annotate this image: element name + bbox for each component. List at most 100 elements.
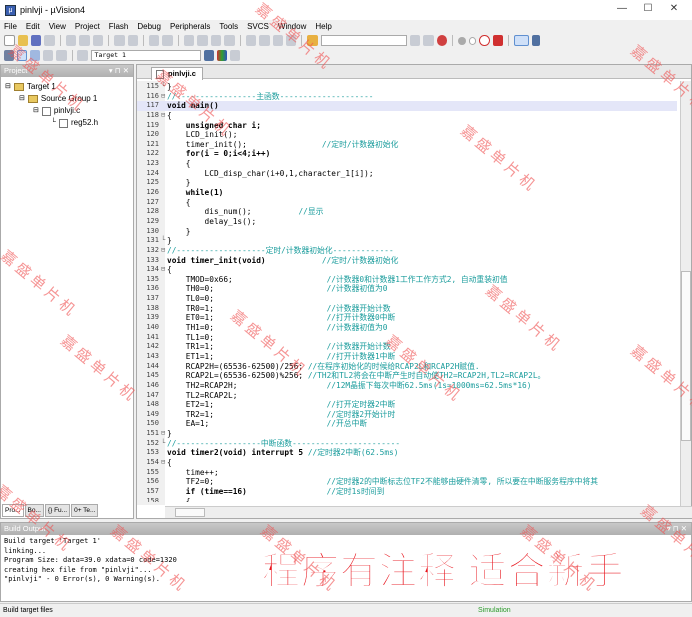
incremental-find-icon[interactable]: [423, 35, 434, 46]
unindent-icon[interactable]: [259, 35, 270, 46]
code-editor[interactable]: pinlvji.c 115 └} 116 ⊟//-----------------主函…: [136, 64, 692, 519]
code-line[interactable]: 134 ⊟{: [137, 265, 677, 275]
tab-templates[interactable]: 0+ Te...: [71, 504, 99, 517]
code-line[interactable]: 151 ⊟}: [137, 429, 677, 439]
close-button[interactable]: ✕: [662, 3, 686, 17]
code-line[interactable]: 118 ⊟{: [137, 111, 677, 121]
horizontal-scrollbar[interactable]: [165, 506, 692, 518]
code-line[interactable]: 154 ⊟{: [137, 458, 677, 468]
nav-forward-icon[interactable]: [162, 35, 173, 46]
code-line[interactable]: 158 {: [137, 497, 677, 502]
bookmark-prev-icon[interactable]: [197, 35, 208, 46]
scroll-thumb[interactable]: [175, 508, 205, 517]
manage-components-icon[interactable]: [216, 50, 227, 61]
comment-icon[interactable]: [272, 35, 284, 46]
save-icon[interactable]: [31, 35, 42, 46]
code-line[interactable]: 133 void timer_init(void) //定时/计数器初始化: [137, 256, 677, 266]
select-packs-icon[interactable]: [229, 50, 241, 61]
code-line[interactable]: 157 if (time==16) //定时1s时间到: [137, 487, 677, 497]
tab-functions[interactable]: {} Fu...: [44, 504, 71, 517]
redo-icon[interactable]: [127, 35, 139, 46]
tab-project[interactable]: Pro...: [2, 504, 24, 517]
code-line[interactable]: 120 LCD_init();: [137, 130, 677, 140]
bookmark-next-icon[interactable]: [210, 35, 222, 46]
batch-build-icon[interactable]: [43, 50, 54, 61]
code-line[interactable]: 116 ⊟//-----------------主函数--------------…: [137, 92, 677, 102]
menu-window[interactable]: Window: [278, 22, 306, 31]
code-line[interactable]: 119 unsigned char i;: [137, 121, 677, 131]
tree-file-reg52[interactable]: └ reg52.h: [51, 117, 133, 129]
minimize-button[interactable]: —: [610, 3, 634, 17]
code-line[interactable]: 130 }: [137, 227, 677, 237]
code-line[interactable]: 142 TR1=1; //计数器开始计数: [137, 342, 677, 352]
code-line[interactable]: 155 time++;: [137, 468, 677, 478]
nav-back-icon[interactable]: [149, 35, 160, 46]
breakpoint-icon[interactable]: [457, 36, 466, 45]
kill-breakpoints-icon[interactable]: [492, 35, 504, 46]
find-combo[interactable]: [320, 35, 407, 46]
cut-icon[interactable]: [65, 35, 77, 46]
vertical-scrollbar[interactable]: [680, 81, 691, 506]
tab-books[interactable]: Bo...: [24, 504, 44, 517]
save-all-icon[interactable]: [44, 35, 55, 46]
code-line[interactable]: 124 LCD_disp_char(i+0,1,character_1[i]);: [137, 169, 677, 179]
code-line[interactable]: 122 for(i = 0;i<4;i++): [137, 149, 677, 159]
code-line[interactable]: 131 └}: [137, 236, 677, 246]
code-line[interactable]: 128 dis_num(); //显示: [137, 207, 677, 217]
code-line[interactable]: 143 ET1=1; //打开计数器1中断: [137, 352, 677, 362]
bookmark-icon[interactable]: [183, 35, 195, 46]
maximize-button[interactable]: ☐: [636, 3, 660, 17]
tree-source-group[interactable]: ⊟ Source Group 1: [19, 93, 133, 105]
code-line[interactable]: 115 └}: [137, 82, 677, 92]
target-options-icon[interactable]: [203, 50, 214, 61]
code-line[interactable]: 147 TL2=RCAP2L;: [137, 391, 677, 401]
code-line[interactable]: 132 ⊟//-------------------定时/计数器初始化------…: [137, 246, 677, 256]
code-line[interactable]: 121 timer_init(); //定时/计数器初始化: [137, 140, 677, 150]
stop-build-icon[interactable]: [56, 50, 67, 61]
download-icon[interactable]: [77, 50, 88, 61]
disable-breakpoint-icon[interactable]: [468, 36, 477, 45]
menu-project[interactable]: Project: [75, 22, 100, 31]
build-icon[interactable]: [17, 50, 28, 61]
code-line[interactable]: 144 RCAP2H=(65536-62500)/256; //在程序初始化的时…: [137, 362, 677, 372]
code-line[interactable]: 150 EA=1; //开总中断: [137, 419, 677, 429]
menu-view[interactable]: View: [49, 22, 66, 31]
tree-file-pinlvji[interactable]: ⊟ pinlvji.c: [33, 105, 133, 117]
translate-icon[interactable]: [4, 50, 15, 61]
disable-all-breakpoints-icon[interactable]: [479, 35, 490, 46]
open-icon[interactable]: [17, 35, 28, 46]
code-line[interactable]: 148 ET2=1; //打开定时器2中断: [137, 400, 677, 410]
window-layout-icon[interactable]: [514, 35, 530, 46]
code-line[interactable]: 125 }: [137, 178, 677, 188]
menu-peripherals[interactable]: Peripherals: [170, 22, 210, 31]
code-line[interactable]: 156 TF2=0; //定时器2的中断标志位TF2不能够由硬件清零, 所以要在…: [137, 477, 677, 487]
scroll-thumb[interactable]: [681, 271, 691, 441]
panel-close-icon[interactable]: ▾ ⊓ ✕: [109, 65, 129, 77]
indent-icon[interactable]: [245, 35, 257, 46]
code-line[interactable]: 146 TH2=RCAP2H; //12M晶振下每次中断62.5ms(1s=10…: [137, 381, 677, 391]
code-line[interactable]: 139 ET0=1; //打开计数器0中断: [137, 313, 677, 323]
menu-flash[interactable]: Flash: [109, 22, 129, 31]
code-line[interactable]: 152 └//------------------中断函数------------…: [137, 439, 677, 449]
code-line[interactable]: 140 TH1=0; //计数器初值为0: [137, 323, 677, 333]
editor-tab-pinlvji[interactable]: pinlvji.c: [151, 67, 203, 80]
menu-svcs[interactable]: SVCS: [247, 22, 269, 31]
bookmark-clear-icon[interactable]: [224, 35, 235, 46]
code-line[interactable]: 117 void main(): [137, 101, 677, 111]
menu-edit[interactable]: Edit: [26, 22, 40, 31]
code-line[interactable]: 138 TR0=1; //计数器开始计数: [137, 304, 677, 314]
copy-icon[interactable]: [79, 35, 90, 46]
code-line[interactable]: 135 TMOD=0x66; //计数器0和计数器1工作工作方式2, 自动重装初…: [137, 275, 677, 285]
debug-session-icon[interactable]: [436, 35, 447, 46]
code-line[interactable]: 149 TR2=1; //定时器2开始计时: [137, 410, 677, 420]
code-line[interactable]: 136 TH0=0; //计数器初值为0: [137, 284, 677, 294]
code-line[interactable]: 129 delay_1s();: [137, 217, 677, 227]
code-line[interactable]: 137 TL0=0;: [137, 294, 677, 304]
menu-tools[interactable]: Tools: [219, 22, 238, 31]
target-select[interactable]: Target 1: [90, 50, 201, 61]
panel-close-icon[interactable]: ▾ ⊓ ✕: [667, 523, 687, 535]
code-line[interactable]: 153 void timer2(void) interrupt 5 //定时器2中…: [137, 448, 677, 458]
find-icon[interactable]: [409, 35, 421, 46]
menu-file[interactable]: File: [4, 22, 17, 31]
tree-target[interactable]: ⊟ Target 1: [5, 81, 133, 93]
